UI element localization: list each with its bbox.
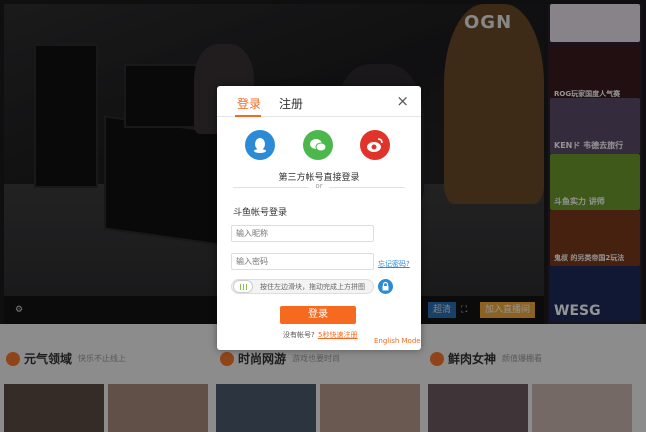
quick-register-link[interactable]: 5秒快速注册 (318, 330, 357, 340)
tab-login[interactable]: 登录 (237, 95, 261, 112)
slider-handle[interactable] (233, 280, 253, 293)
no-account-label: 没有帐号? (283, 331, 315, 339)
login-dialog: 登录 注册 × 第三方帐号直接登录 or 斗鱼帐号登录 忘记密码? 按住左边滑块… (217, 86, 421, 350)
tab-register[interactable]: 注册 (279, 95, 303, 112)
weibo-login-icon[interactable] (360, 130, 390, 160)
nickname-input[interactable] (231, 225, 374, 242)
active-tab-underline (235, 115, 261, 117)
english-mode-link[interactable]: English Mode (374, 337, 421, 345)
slider-hint: 按住左边滑块，拖动完成上方拼图 (260, 283, 365, 291)
lock-icon (378, 279, 393, 294)
account-login-title: 斗鱼帐号登录 (233, 208, 288, 218)
qq-login-icon[interactable] (245, 130, 275, 160)
password-input[interactable] (231, 253, 374, 270)
or-label: or (315, 182, 323, 190)
login-button[interactable]: 登录 (280, 306, 356, 324)
close-icon[interactable]: × (396, 92, 409, 110)
wechat-login-icon[interactable] (303, 130, 333, 160)
forgot-password-link[interactable]: 忘记密码? (378, 259, 410, 269)
captcha-slider[interactable]: 按住左边滑块，拖动完成上方拼图 (231, 279, 374, 294)
